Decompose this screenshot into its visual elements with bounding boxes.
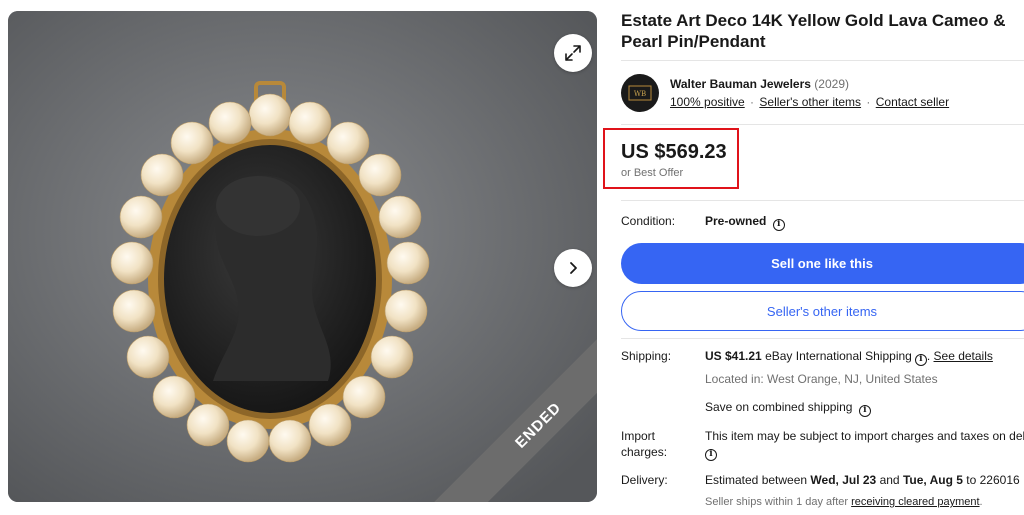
delivery-zip[interactable]: to 226016	[966, 473, 1019, 487]
contact-seller-link[interactable]: Contact seller	[876, 95, 949, 109]
ship-note-prefix: Seller ships within 1 day after	[705, 496, 849, 508]
item-location: Located in: West Orange, NJ, United Stat…	[705, 372, 938, 386]
image-gallery[interactable]: ENDED	[8, 11, 597, 502]
divider	[621, 124, 1024, 125]
seller-avatar[interactable]: WB	[621, 74, 659, 112]
price: US $569.23	[621, 141, 727, 163]
combined-shipping-row: Save on combined shipping i	[705, 400, 871, 417]
seller-logo-icon: WB	[628, 85, 652, 101]
seller-feedback-count: (2029)	[814, 77, 849, 91]
info-icon[interactable]: i	[772, 219, 785, 231]
cleared-payment-link[interactable]: receiving cleared payment	[851, 496, 979, 508]
info-icon[interactable]: i	[914, 354, 927, 366]
delivery-row: Estimated between Wed, Jul 23 and Tue, A…	[705, 473, 1024, 490]
shipping-method: eBay International Shipping	[765, 349, 912, 363]
ship-note-suffix: .	[979, 496, 983, 508]
delivery-date-start: Wed, Jul 23	[810, 473, 877, 487]
expand-image-button[interactable]	[554, 34, 592, 72]
delivery-and: and	[879, 473, 900, 487]
sell-one-like-this-button[interactable]: Sell one like this	[621, 243, 1024, 284]
best-offer-note: or Best Offer	[621, 167, 684, 179]
delivery-prefix: Estimated between	[705, 473, 808, 487]
shipping-cost: US $41.21	[705, 349, 762, 363]
expand-icon	[565, 45, 581, 61]
seller-links: 100% positive · Seller's other items · C…	[670, 95, 950, 109]
condition-value-row: Pre-owned i	[705, 214, 785, 231]
info-icon[interactable]: i	[858, 405, 871, 417]
sellers-other-items-link[interactable]: Seller's other items	[759, 95, 861, 109]
import-info-row: i	[705, 444, 717, 461]
next-image-button[interactable]	[554, 249, 592, 287]
info-icon[interactable]: i	[705, 449, 717, 461]
seller-name-row: Walter Bauman Jewelers (2029)	[670, 77, 849, 91]
import-charges-label-1: Import	[621, 429, 656, 443]
see-details-link[interactable]: See details	[934, 349, 993, 363]
sellers-other-items-button[interactable]: Seller's other items	[621, 291, 1024, 331]
divider	[621, 60, 1024, 61]
divider	[621, 200, 1024, 201]
divider	[621, 338, 1024, 339]
svg-text:WB: WB	[634, 90, 646, 98]
import-charges-text: This item may be subject to import charg…	[705, 429, 1024, 443]
positive-feedback-link[interactable]: 100% positive	[670, 95, 745, 109]
shipping-label: Shipping:	[621, 349, 672, 363]
condition-value: Pre-owned	[705, 214, 767, 228]
listing-title: Estate Art Deco 14K Yellow Gold Lava Cam…	[621, 11, 1006, 51]
seller-name[interactable]: Walter Bauman Jewelers	[670, 77, 811, 91]
delivery-label: Delivery:	[621, 473, 668, 487]
delivery-date-end: Tue, Aug 5	[902, 473, 963, 487]
ship-note-row: Seller ships within 1 day after receivin…	[705, 496, 983, 508]
chevron-right-icon	[570, 262, 577, 274]
combined-shipping-text: Save on combined shipping	[705, 400, 853, 414]
shipping-row: US $41.21 eBay International Shipping i. …	[705, 349, 993, 366]
condition-label: Condition:	[621, 214, 676, 228]
import-charges-label-2: charges:	[621, 445, 668, 459]
